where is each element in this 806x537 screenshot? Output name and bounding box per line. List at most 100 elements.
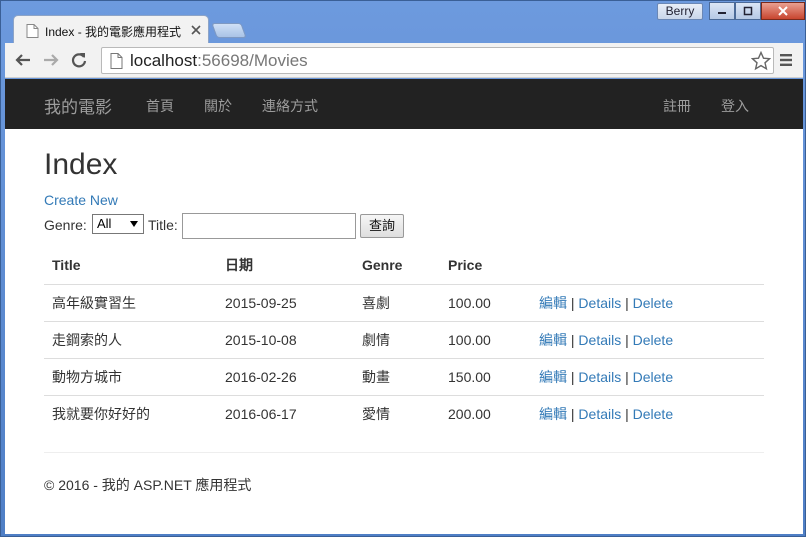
filter-form: Genre: All Title: 查詢: [44, 211, 444, 239]
delete-link[interactable]: Delete: [633, 406, 673, 422]
page-icon: [26, 24, 39, 38]
url-path: :56698/Movies: [197, 51, 308, 70]
cell-price: 100.00: [440, 320, 531, 358]
close-window-button[interactable]: [761, 2, 805, 20]
menu-icon[interactable]: [779, 53, 793, 67]
separator: |: [570, 294, 575, 311]
edit-link[interactable]: 編輯: [539, 369, 567, 385]
cell-date: 2015-09-25: [217, 283, 354, 321]
table-row: 高年級實習生 2015-09-25 喜劇 100.00 編輯 | Details…: [44, 283, 764, 321]
new-tab-button[interactable]: [211, 23, 247, 38]
column-header-price: Price: [440, 247, 531, 285]
cell-genre: 喜劇: [354, 283, 440, 321]
nav-link-about[interactable]: 關於: [204, 96, 232, 116]
table-row: 動物方城市 2016-02-26 動畫 150.00 編輯 | Details …: [44, 357, 764, 395]
web-page: 我的電影 首頁 關於 連絡方式 註冊 登入 Index Create New G…: [5, 79, 803, 534]
browser-toolbar: localhost:56698/Movies: [5, 43, 803, 78]
separator: |: [625, 405, 629, 422]
title-input[interactable]: [182, 213, 356, 239]
cell-price: 200.00: [440, 394, 531, 432]
cell-actions: 編輯 | Details | Delete: [531, 283, 764, 321]
url-text: localhost:56698/Movies: [130, 51, 308, 71]
cell-actions: 編輯 | Details | Delete: [531, 394, 764, 432]
separator: |: [570, 405, 575, 422]
nav-link-contact[interactable]: 連絡方式: [262, 96, 318, 116]
address-bar[interactable]: localhost:56698/Movies: [101, 47, 774, 74]
column-header-actions: [531, 247, 764, 285]
column-header-genre: Genre: [354, 247, 440, 285]
cell-genre: 劇情: [354, 320, 440, 358]
profile-button[interactable]: Berry: [657, 3, 703, 20]
separator: |: [570, 331, 575, 348]
nav-link-login[interactable]: 登入: [721, 96, 749, 116]
cell-price: 100.00: [440, 283, 531, 321]
browser-window: Index - 我的電影應用程式 Berry localhost:56698/M…: [0, 0, 806, 537]
minimize-button[interactable]: [709, 2, 735, 20]
details-link[interactable]: Details: [578, 295, 621, 311]
separator: |: [625, 368, 629, 385]
forward-button[interactable]: [41, 50, 61, 70]
footer-text: © 2016 - 我的 ASP.NET 應用程式: [44, 477, 252, 493]
page-info-icon: [110, 53, 123, 69]
details-link[interactable]: Details: [578, 369, 621, 385]
movies-table: Title 日期 Genre Price 高年級實習生 2015-09-25 喜…: [44, 247, 764, 432]
separator: |: [625, 294, 629, 311]
column-header-title: Title: [44, 247, 217, 285]
edit-link[interactable]: 編輯: [539, 295, 567, 311]
details-link[interactable]: Details: [578, 406, 621, 422]
tab-title: Index - 我的電影應用程式: [45, 25, 182, 39]
nav-link-register[interactable]: 註冊: [663, 96, 691, 116]
genre-label: Genre:: [44, 217, 87, 233]
site-navbar: 我的電影 首頁 關於 連絡方式 註冊 登入: [5, 79, 803, 129]
window-controls: [709, 2, 805, 20]
cell-date: 2015-10-08: [217, 320, 354, 358]
reload-button[interactable]: [69, 50, 89, 70]
cell-price: 150.00: [440, 357, 531, 395]
dropdown-arrow-icon: [130, 221, 138, 227]
cell-genre: 動畫: [354, 357, 440, 395]
delete-link[interactable]: Delete: [633, 332, 673, 348]
title-label: Title:: [148, 217, 178, 233]
cell-title: 高年級實習生: [44, 283, 217, 321]
footer-divider: [44, 452, 764, 453]
create-new-link[interactable]: Create New: [44, 192, 118, 208]
nav-link-home[interactable]: 首頁: [146, 96, 174, 116]
back-arrow-icon: [15, 54, 30, 66]
table-row: 走鋼索的人 2015-10-08 劇情 100.00 編輯 | Details …: [44, 320, 764, 358]
cell-title: 走鋼索的人: [44, 320, 217, 358]
title-bar: Index - 我的電影應用程式 Berry: [1, 1, 806, 44]
delete-link[interactable]: Delete: [633, 369, 673, 385]
cell-date: 2016-06-17: [217, 394, 354, 432]
bookmark-star-icon[interactable]: [751, 51, 771, 71]
cell-genre: 愛情: [354, 394, 440, 432]
browser-tab[interactable]: Index - 我的電影應用程式: [13, 15, 209, 44]
genre-select-value: All: [97, 216, 112, 231]
url-host: localhost: [130, 51, 198, 70]
cell-title: 動物方城市: [44, 357, 217, 395]
edit-link[interactable]: 編輯: [539, 332, 567, 348]
page-title: Index: [44, 148, 118, 181]
maximize-icon: [743, 6, 753, 16]
back-button[interactable]: [13, 50, 33, 70]
details-link[interactable]: Details: [578, 332, 621, 348]
table-header-row: Title 日期 Genre Price: [44, 247, 764, 285]
delete-link[interactable]: Delete: [633, 295, 673, 311]
minimize-icon: [718, 12, 726, 14]
close-icon: [778, 6, 788, 16]
separator: |: [625, 331, 629, 348]
cell-date: 2016-02-26: [217, 357, 354, 395]
genre-select[interactable]: All: [92, 214, 144, 234]
cell-actions: 編輯 | Details | Delete: [531, 320, 764, 358]
separator: |: [570, 368, 575, 385]
cell-title: 我就要你好好的: [44, 394, 217, 432]
maximize-button[interactable]: [735, 2, 761, 20]
table-row: 我就要你好好的 2016-06-17 愛情 200.00 編輯 | Detail…: [44, 394, 764, 432]
brand-link[interactable]: 我的電影: [44, 93, 112, 118]
reload-icon: [71, 53, 87, 68]
cell-actions: 編輯 | Details | Delete: [531, 357, 764, 395]
close-tab-icon[interactable]: [191, 25, 201, 35]
search-button[interactable]: 查詢: [360, 214, 404, 238]
forward-arrow-icon: [44, 54, 59, 66]
column-header-date: 日期: [217, 247, 354, 285]
edit-link[interactable]: 編輯: [539, 406, 567, 422]
